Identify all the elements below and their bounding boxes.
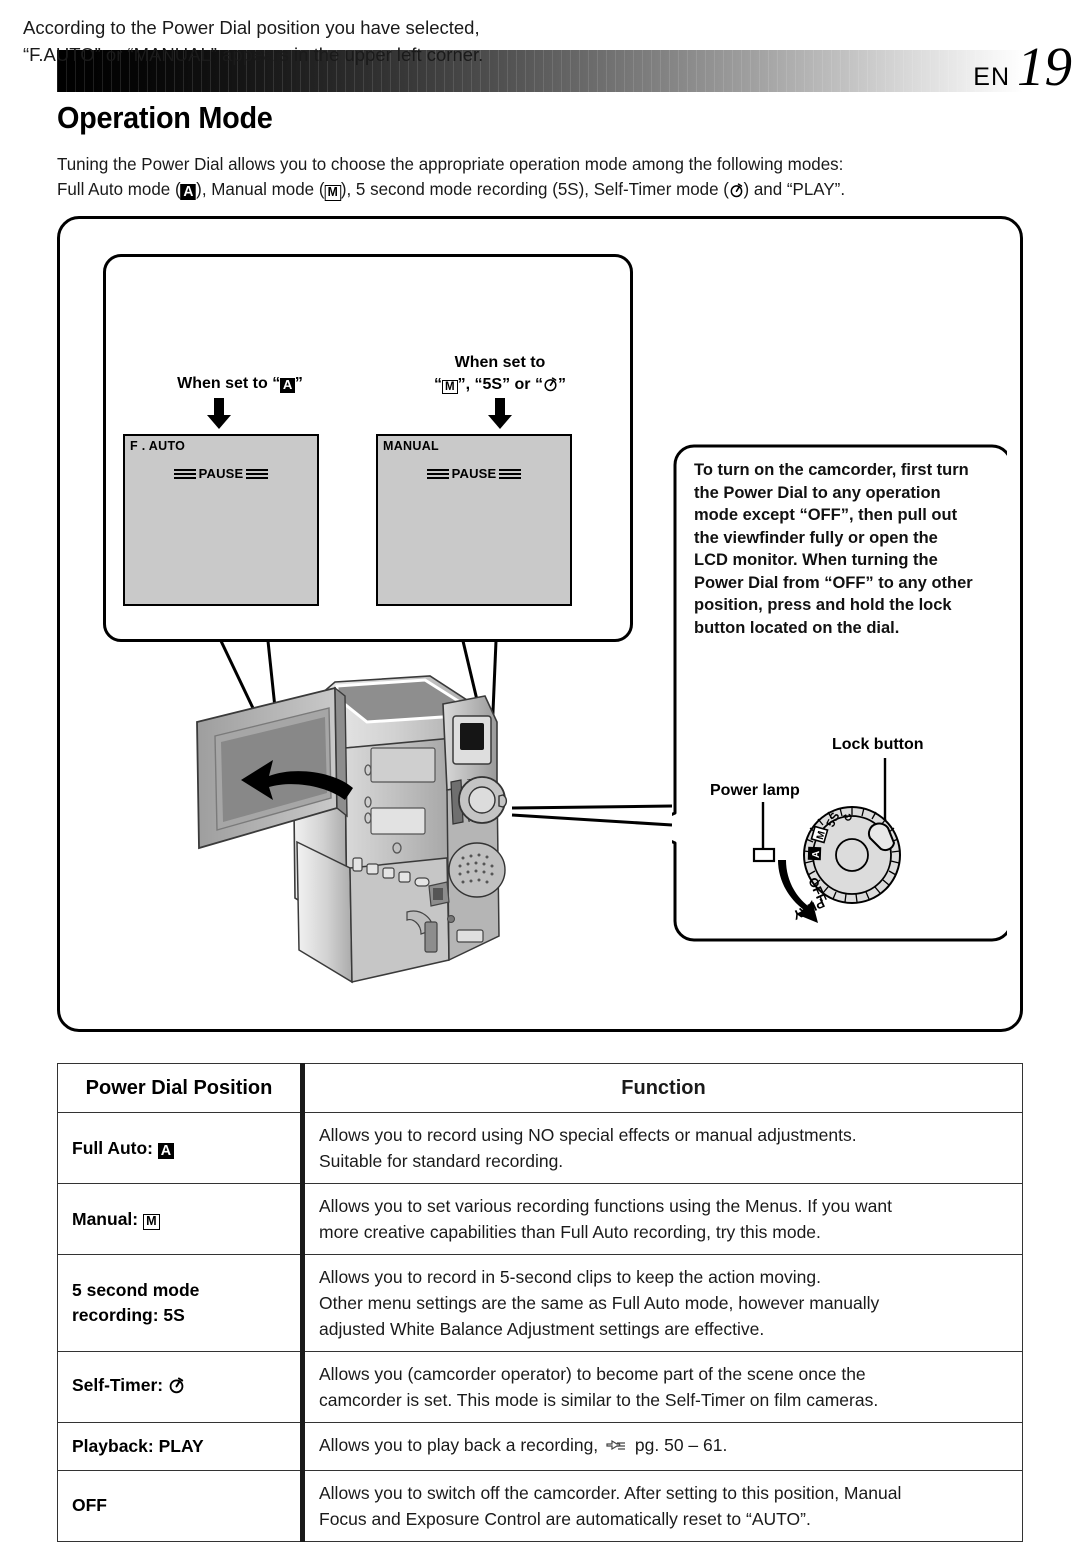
position-label: OFF — [72, 1495, 107, 1516]
full-auto-icon: A — [157, 1142, 174, 1159]
down-arrow-icon — [487, 398, 513, 430]
function-line: Allows you to record in 5-second clips t… — [319, 1267, 821, 1287]
down-arrow-icon — [206, 398, 232, 430]
intro-line-2-part-3: ), 5 second mode recording (5S), Self-Ti… — [340, 179, 729, 199]
row-position-off: OFF — [57, 1469, 305, 1542]
pause-bars-right — [499, 468, 522, 479]
function-line: Allows you to switch off the camcorder. … — [319, 1482, 902, 1503]
position-label: Manual: — [72, 1208, 143, 1229]
when-auto-prefix: When set to “ — [177, 375, 281, 392]
page-title: Operation Mode — [57, 100, 273, 135]
self-timer-icon — [543, 376, 558, 399]
function-line: Allows you to record using NO special ef… — [319, 1125, 857, 1145]
power-lamp-label: Power lamp — [710, 782, 800, 799]
pointing-hand-icon — [605, 1435, 627, 1461]
manual-icon: M — [442, 379, 458, 395]
function-line: Allows you to play back a recording, — [319, 1435, 604, 1455]
function-line: camcorder is set. This mode is similar t… — [319, 1390, 879, 1410]
function-line: pg. 50 – 61. — [630, 1435, 728, 1455]
row-position-manual: Manual: M — [57, 1183, 305, 1255]
language-code: EN — [973, 63, 1010, 91]
instruction-callout-text: According to the Power Dial position you… — [23, 17, 484, 65]
function-line: Suitable for standard recording. — [319, 1151, 564, 1171]
row-function-off: Allows you to switch off the camcorder. … — [302, 1469, 1023, 1542]
table-header-row: Power Dial Position Function — [57, 1063, 1023, 1113]
page-number: 19 — [1017, 36, 1072, 97]
viewfinder-mode-label: MANUAL — [383, 439, 439, 453]
full-auto-icon: A — [280, 377, 295, 393]
note-callout-text: To turn on the camcorder, first turn the… — [694, 461, 973, 637]
full-auto-icon: A — [180, 184, 197, 201]
manual-icon: M — [142, 1214, 160, 1231]
row-function-full-auto: Allows you to record using NO special ef… — [302, 1112, 1023, 1184]
position-label: 5 second mode recording: 5S — [72, 1280, 200, 1325]
pause-bars-left — [426, 468, 449, 479]
when-set-to-auto-label: When set to “A” — [150, 373, 330, 395]
table-row: Full Auto: A Allows you to record using … — [57, 1112, 1023, 1184]
viewfinder-status-label: PAUSE — [451, 466, 497, 481]
dial-position-auto: A — [807, 846, 822, 861]
manual-icon: M — [324, 184, 341, 201]
row-position-full-auto: Full Auto: A — [57, 1112, 305, 1184]
row-function-self-timer: Allows you (camcorder operator) to becom… — [302, 1351, 1023, 1423]
table-row: OFF Allows you to switch off the camcord… — [57, 1469, 1023, 1542]
table-row: Playback: PLAY Allows you to play back a… — [57, 1422, 1023, 1471]
position-label: Self-Timer: — [72, 1374, 168, 1395]
power-dial-diagram: Lock button Power lamp 5S ↻ M A OFF — [700, 720, 1010, 935]
row-function-manual: Allows you to set various recording func… — [302, 1183, 1023, 1255]
position-label: Playback: PLAY — [72, 1435, 204, 1456]
pause-bars-left — [173, 468, 196, 479]
viewfinder-display-auto: F . AUTO PAUSE — [123, 434, 319, 606]
viewfinder-status-label: PAUSE — [198, 466, 244, 481]
intro-line-2-part-2: ), Manual mode ( — [196, 179, 325, 199]
pause-bars-right — [246, 468, 269, 479]
intro-line-1: Tuning the Power Dial allows you to choo… — [57, 154, 844, 174]
row-position-playback: Playback: PLAY — [57, 1422, 305, 1471]
camcorder-illustration: T W — [185, 630, 685, 1020]
table-row: 5 second mode recording: 5S Allows you t… — [57, 1254, 1023, 1352]
function-line: Allows you to set various recording func… — [319, 1196, 892, 1216]
dial-position-manual: M — [810, 825, 829, 844]
self-timer-icon — [168, 1376, 185, 1401]
intro-paragraph: Tuning the Power Dial allows you to choo… — [57, 152, 994, 205]
page-number-block: EN 19 — [973, 36, 1072, 97]
table-row: Manual: M Allows you to set various reco… — [57, 1183, 1023, 1255]
row-position-5-second: 5 second mode recording: 5S — [57, 1254, 305, 1352]
when-set-to-manual-label: When set to “M”, “5S” or “ ” — [400, 352, 600, 399]
lock-button-label: Lock button — [832, 736, 924, 753]
power-dial-function-table: Power Dial Position Function Full Auto: … — [57, 1063, 1023, 1542]
when-auto-suffix: ” — [294, 375, 303, 392]
intro-line-2-part-1: Full Auto mode ( — [57, 179, 181, 199]
viewfinder-pause-indicator: PAUSE — [378, 466, 570, 481]
when-manual-q1: “ — [434, 376, 443, 393]
position-label: Full Auto: — [72, 1137, 158, 1158]
function-line: Focus and Exposure Control are automatic… — [319, 1508, 811, 1529]
table-header-function: Function — [302, 1063, 1023, 1113]
function-line: Other menu settings are the same as Full… — [319, 1293, 880, 1313]
svg-text:A: A — [811, 851, 822, 859]
viewfinder-mode-label: F . AUTO — [130, 439, 186, 453]
function-line: adjusted White Balance Adjustment settin… — [319, 1319, 765, 1339]
when-manual-line1: When set to — [454, 354, 546, 371]
function-line: Allows you (camcorder operator) to becom… — [319, 1364, 866, 1384]
when-manual-q3: ” — [557, 376, 566, 393]
function-line: more creative capabilities than Full Aut… — [319, 1222, 821, 1242]
self-timer-icon — [729, 180, 744, 205]
viewfinder-display-manual: MANUAL PAUSE — [376, 434, 572, 606]
row-function-5-second: Allows you to record in 5-second clips t… — [302, 1254, 1023, 1352]
viewfinder-pause-indicator: PAUSE — [125, 466, 317, 481]
row-position-self-timer: Self-Timer: — [57, 1351, 305, 1423]
table-row: Self-Timer: Allows you (camcorder operat… — [57, 1351, 1023, 1423]
table-header-position: Power Dial Position — [57, 1063, 305, 1113]
row-function-playback: Allows you to play back a recording, pg.… — [302, 1422, 1023, 1471]
when-manual-q2: ”, “5S” or “ — [457, 376, 543, 393]
intro-line-2-part-4: ) and “PLAY”. — [743, 179, 846, 199]
